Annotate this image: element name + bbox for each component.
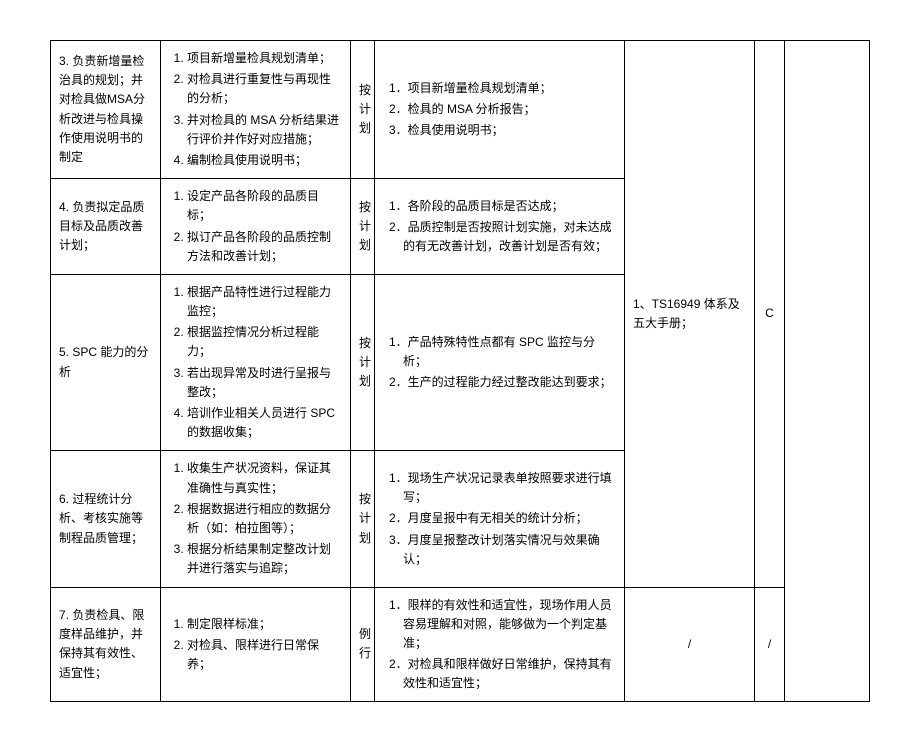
list-item: 根据分析结果制定整改计划并进行落实与追踪； [187, 540, 342, 578]
list-item: 3．检具使用说明书； [403, 121, 616, 140]
col-tasks: 项目新增量检具规划清单； 对检具进行重复性与再现性的分析；并对检具的 MSA 分析… [161, 41, 351, 179]
list-item: 对检具进行重复性与再现性的分析； [187, 70, 342, 108]
col-frequency: 按计划 [351, 179, 375, 275]
col-responsibility: 6. 过程统计分析、考核实施等制程品质管理； [51, 451, 161, 587]
list-item: 2．检具的 MSA 分析报告； [403, 100, 616, 119]
list-item: 对检具、限样进行日常保养； [187, 636, 342, 674]
col-frequency: 按计划 [351, 41, 375, 179]
col-tasks: 设定产品各阶段的品质目标；拟订产品各阶段的品质控制方法和改善计划； [161, 179, 351, 275]
col-output: 1．项目新增量检具规划清单； 2．检具的 MSA 分析报告； 3．检具使用说明书； [375, 41, 625, 179]
list-item: 1．产品特殊特性点都有 SPC 监控与分析； [403, 333, 616, 371]
col-tasks: 根据产品特性进行过程能力监控；根据监控情况分析过程能力；若出现异常及时进行呈报与… [161, 274, 351, 451]
list-item: 并对检具的 MSA 分析结果进行评价并作好对应措施； [187, 111, 342, 149]
col-responsibility: 7. 负责检具、限度样品维护，并保持其有效性、适宜性； [51, 587, 161, 702]
list-item: 3．月度呈报整改计划落实情况与效果确认； [403, 531, 616, 569]
list-item: 2．对检具和限样做好日常维护，保持其有效性和适宜性； [403, 655, 616, 693]
col-responsibility: 3. 负责新增量检治具的规划；并对检具做MSA分析改进与检具操作使用说明书的制定 [51, 41, 161, 179]
list-item: 根据数据进行相应的数据分析（如：柏拉图等）； [187, 500, 342, 538]
list-item: 1．各阶段的品质目标是否达成； [403, 197, 616, 216]
list-item: 2．生产的过程能力经过整改能达到要求； [403, 373, 616, 392]
col-grade: / [755, 587, 785, 702]
list-item: 2．月度呈报中有无相关的统计分析； [403, 509, 616, 528]
col-output: 1．限样的有效性和适宜性，现场作用人员容易理解和对照，能够做为一个判定基准；2．… [375, 587, 625, 702]
col-output: 1．产品特殊特性点都有 SPC 监控与分析； 2．生产的过程能力经过整改能达到要求… [375, 274, 625, 451]
spec-table: 3. 负责新增量检治具的规划；并对检具做MSA分析改进与检具操作使用说明书的制定… [50, 40, 870, 702]
col-tasks: 制定限样标准； 对检具、限样进行日常保养； [161, 587, 351, 702]
col-frequency: 例行 [351, 587, 375, 702]
col-frequency: 按计划 [351, 274, 375, 451]
list-item: 若出现异常及时进行呈报与整改； [187, 364, 342, 402]
list-item: 根据产品特性进行过程能力监控； [187, 283, 342, 321]
list-item: 根据监控情况分析过程能力； [187, 323, 342, 361]
list-item: 项目新增量检具规划清单； [187, 49, 342, 68]
col-output: 1．各阶段的品质目标是否达成； 2．品质控制是否按照计划实施，对未达成的有无改善计… [375, 179, 625, 275]
col-grade: C [755, 41, 785, 588]
col-blank [785, 41, 870, 702]
list-item: 收集生产状况资料，保证其准确性与真实性； [187, 459, 342, 497]
col-output: 1．现场生产状况记录表单按照要求进行填写； 2．月度呈报中有无相关的统计分析； 3．… [375, 451, 625, 587]
list-item: 设定产品各阶段的品质目标； [187, 187, 342, 225]
list-item: 1．现场生产状况记录表单按照要求进行填写； [403, 469, 616, 507]
col-reference: 1、TS16949 体系及五大手册； [625, 41, 755, 588]
list-item: 编制检具使用说明书； [187, 151, 342, 170]
list-item: 2．品质控制是否按照计划实施，对未达成的有无改善计划，改善计划是否有效； [403, 218, 616, 256]
col-tasks: 收集生产状况资料，保证其准确性与真实性；根据数据进行相应的数据分析（如：柏拉图等… [161, 451, 351, 587]
col-responsibility: 5. SPC 能力的分析 [51, 274, 161, 451]
list-item: 1．项目新增量检具规划清单； [403, 79, 616, 98]
col-frequency: 按计划 [351, 451, 375, 587]
list-item: 制定限样标准； [187, 615, 342, 634]
list-item: 培训作业相关人员进行 SPC 的数据收集； [187, 404, 342, 442]
col-responsibility: 4. 负责拟定品质目标及品质改善计划； [51, 179, 161, 275]
list-item: 拟订产品各阶段的品质控制方法和改善计划； [187, 228, 342, 266]
list-item: 1．限样的有效性和适宜性，现场作用人员容易理解和对照，能够做为一个判定基准； [403, 596, 616, 654]
col-reference: / [625, 587, 755, 702]
